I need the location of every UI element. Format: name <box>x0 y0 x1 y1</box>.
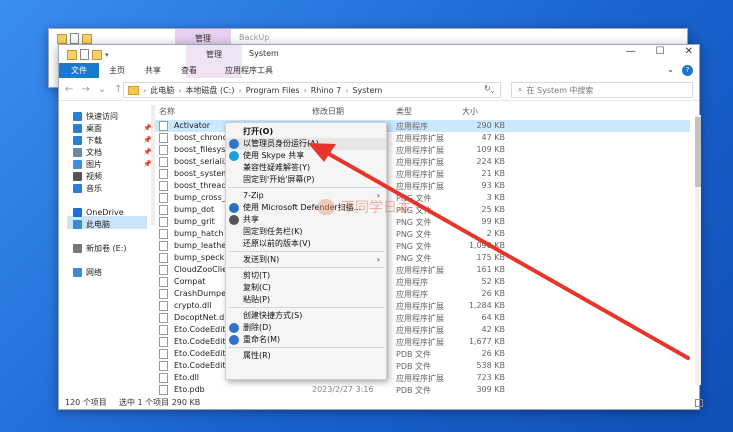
arrow-head <box>308 143 336 162</box>
arrow-shaft <box>320 148 690 360</box>
annotation-arrow <box>308 143 690 360</box>
